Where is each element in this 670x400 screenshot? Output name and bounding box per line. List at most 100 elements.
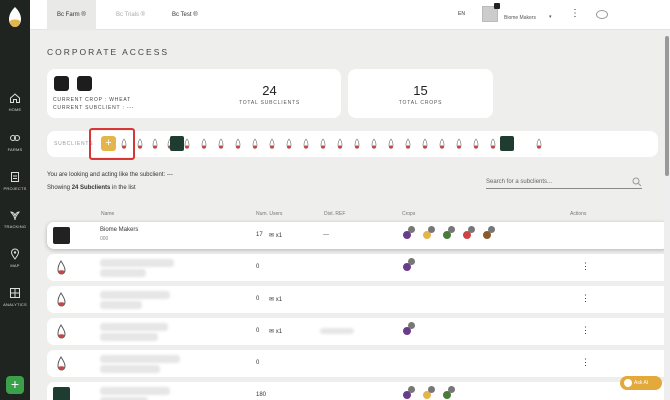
column-num-users[interactable]: Num. Users [256, 211, 282, 217]
tab-bc-trials[interactable]: Bc Trials ® [106, 0, 155, 30]
row-dist: --- [323, 232, 329, 238]
subclient-logo-icon[interactable] [234, 138, 242, 149]
subclient-logo-icon[interactable] [455, 138, 463, 149]
nav-farms[interactable]: FARMS [0, 132, 30, 152]
subclient-logo-icon[interactable] [472, 138, 480, 149]
subclient-logo-icon[interactable] [319, 138, 327, 149]
row-mail: ✉ x1 [269, 233, 283, 239]
subclient-dark-logo-icon[interactable] [500, 136, 514, 151]
row-actions-icon[interactable]: ⋮ [581, 293, 590, 304]
nav-tracking[interactable]: TRACKING [0, 209, 30, 229]
subclient-logo-icon[interactable] [183, 138, 191, 149]
subclient-logo-icon [57, 356, 66, 371]
total-crops-label: TOTAL CROPS [398, 100, 443, 106]
subclient-logo-icon[interactable] [151, 138, 159, 149]
row-name-redacted [100, 259, 174, 267]
row-mail: ✉ x1 [269, 329, 283, 335]
table-row[interactable]: Biome Makers 000 17 ✉ x1 --- [47, 222, 669, 249]
table-row[interactable]: 180 [47, 382, 669, 400]
subclient-avatar [53, 227, 70, 244]
row-name-redacted [100, 387, 170, 395]
user-name[interactable]: Biome Makers [504, 15, 536, 21]
total-crops-value: 15 [413, 83, 428, 98]
subclients-label: SUBCLIENTS [54, 141, 94, 147]
subclient-logo-icon[interactable] [285, 138, 293, 149]
table-row[interactable]: 0 ✉ x1 ⋮ [47, 286, 669, 313]
sidebar: HOME FARMS PROJECTS TRACKING MAP ANALYTI… [0, 0, 30, 400]
biome-logo-icon[interactable] [6, 6, 24, 28]
showing-count-text: Showing 24 Subclients in the list [47, 185, 136, 191]
nav-analytics[interactable]: ANALYTICS [0, 287, 30, 307]
row-name-redacted [100, 323, 168, 331]
subclient-logo-icon[interactable] [404, 138, 412, 149]
subclient-logo-icon[interactable] [251, 138, 259, 149]
subclient-logo-icon[interactable] [268, 138, 276, 149]
tab-bc-test[interactable]: Bc Test ® [162, 0, 208, 30]
kebab-menu-icon[interactable]: ⋮ [570, 8, 580, 19]
subclient-logo-icon[interactable] [387, 138, 395, 149]
tab-bc-farm[interactable]: Bc Farm ® [47, 0, 96, 30]
showing-suffix: in the list [110, 185, 136, 191]
language-selector[interactable]: EN [458, 11, 465, 17]
subclient-dark-logo-icon[interactable] [170, 136, 184, 151]
column-dist-ref[interactable]: Dist. REF [324, 211, 345, 217]
scrollbar-thumb[interactable] [665, 36, 669, 176]
row-actions-icon[interactable]: ⋮ [581, 357, 590, 368]
search-input[interactable]: Search for a subclients... [486, 177, 642, 189]
table-row[interactable]: 0 ✉ x1 ⋮ [47, 318, 669, 345]
crop-icon[interactable] [442, 386, 455, 400]
add-button[interactable]: + [6, 376, 24, 394]
subclient-logo-icon[interactable] [302, 138, 310, 149]
nav-projects[interactable]: PROJECTS [0, 171, 30, 191]
table-row[interactable]: 0 ⋮ [47, 254, 669, 281]
crop-icon[interactable] [462, 226, 475, 240]
crop-icon[interactable] [422, 386, 435, 400]
nav-home[interactable]: HOME [0, 92, 30, 112]
crop-icon[interactable] [402, 226, 415, 240]
subclient-logo-icon[interactable] [136, 138, 144, 149]
crop-icon[interactable] [442, 226, 455, 240]
subclient-logo-icon[interactable] [353, 138, 361, 149]
search-icon[interactable] [632, 177, 642, 187]
crop-count-badge [448, 386, 455, 393]
subclient-logo-icon[interactable] [370, 138, 378, 149]
row-users: 0 [256, 296, 260, 302]
ask-ai-button[interactable]: Ask AI [620, 376, 662, 390]
row-users: 0 [256, 264, 260, 270]
crop-icon[interactable] [402, 258, 415, 272]
subclient-logo-icon[interactable] [421, 138, 429, 149]
table-row[interactable]: 0 ⋮ [47, 350, 669, 377]
subclient-logo-icon[interactable] [120, 138, 128, 149]
column-crops[interactable]: Crops [402, 211, 415, 217]
column-name[interactable]: Name [101, 211, 114, 217]
subclient-placeholder-icon[interactable] [77, 76, 92, 91]
add-subclient-button[interactable]: + [101, 136, 116, 151]
subclient-logo-icon[interactable] [200, 138, 208, 149]
crop-icon[interactable] [482, 226, 495, 240]
crop-icon[interactable] [402, 386, 415, 400]
nav-tracking-label: TRACKING [3, 224, 27, 229]
chevron-down-icon[interactable]: ▾ [549, 14, 552, 20]
wheat-crop-icon[interactable] [54, 76, 69, 91]
subclient-logo-icon[interactable] [535, 138, 543, 149]
projects-icon [11, 172, 19, 182]
brand-mark-icon[interactable] [596, 10, 608, 19]
subclient-logo-icon[interactable] [217, 138, 225, 149]
crop-count-badge [468, 226, 475, 233]
row-actions-icon[interactable]: ⋮ [581, 325, 590, 336]
subclient-logo-icon[interactable] [336, 138, 344, 149]
row-dist-redacted [320, 328, 354, 334]
crop-icon[interactable] [422, 226, 435, 240]
row-users: 180 [256, 392, 267, 398]
total-subclients-label: TOTAL SUBCLIENTS [238, 100, 301, 106]
page-title: CORPORATE ACCESS [47, 47, 170, 57]
subclient-logo-icon[interactable] [489, 138, 497, 149]
nav-map[interactable]: MAP [0, 248, 30, 268]
total-subclients-card: 24 TOTAL SUBCLIENTS [198, 69, 341, 118]
total-crops-card: 15 TOTAL CROPS [348, 69, 493, 118]
crop-icon[interactable] [402, 322, 415, 336]
row-actions-icon[interactable]: ⋮ [581, 261, 590, 272]
nav-farms-label: FARMS [7, 147, 23, 152]
subclient-logo-icon [57, 324, 66, 339]
subclient-logo-icon[interactable] [438, 138, 446, 149]
